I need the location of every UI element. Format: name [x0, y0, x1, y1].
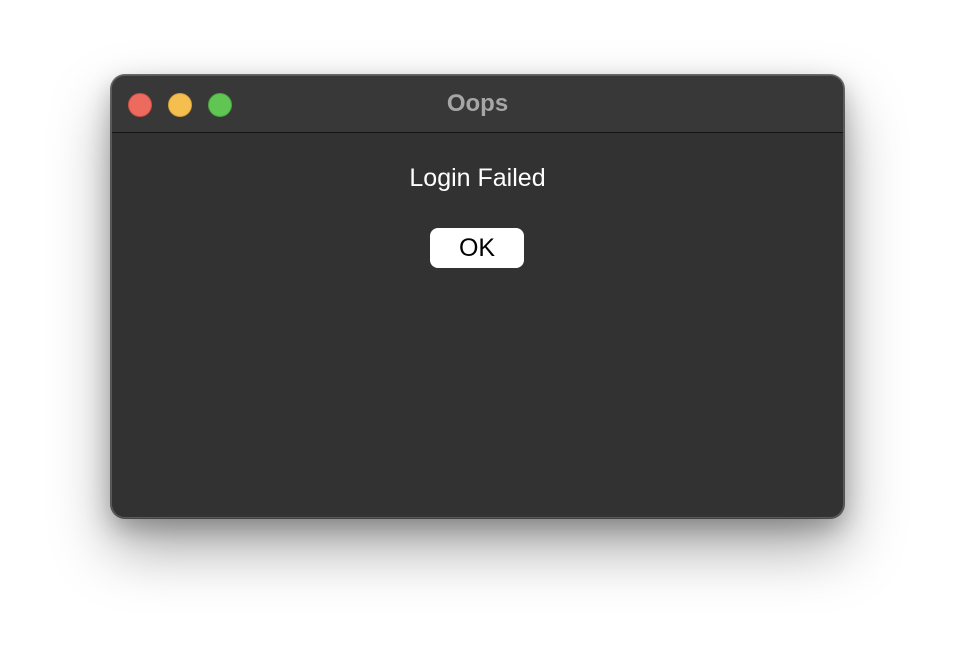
- dialog-window: Oops Login Failed OK: [111, 75, 844, 518]
- zoom-window-button[interactable]: [208, 93, 232, 117]
- error-message: Login Failed: [409, 164, 546, 192]
- close-window-button[interactable]: [128, 93, 152, 117]
- minimize-window-button[interactable]: [168, 93, 192, 117]
- title-bar[interactable]: Oops: [112, 76, 843, 133]
- ok-button[interactable]: OK: [430, 228, 524, 268]
